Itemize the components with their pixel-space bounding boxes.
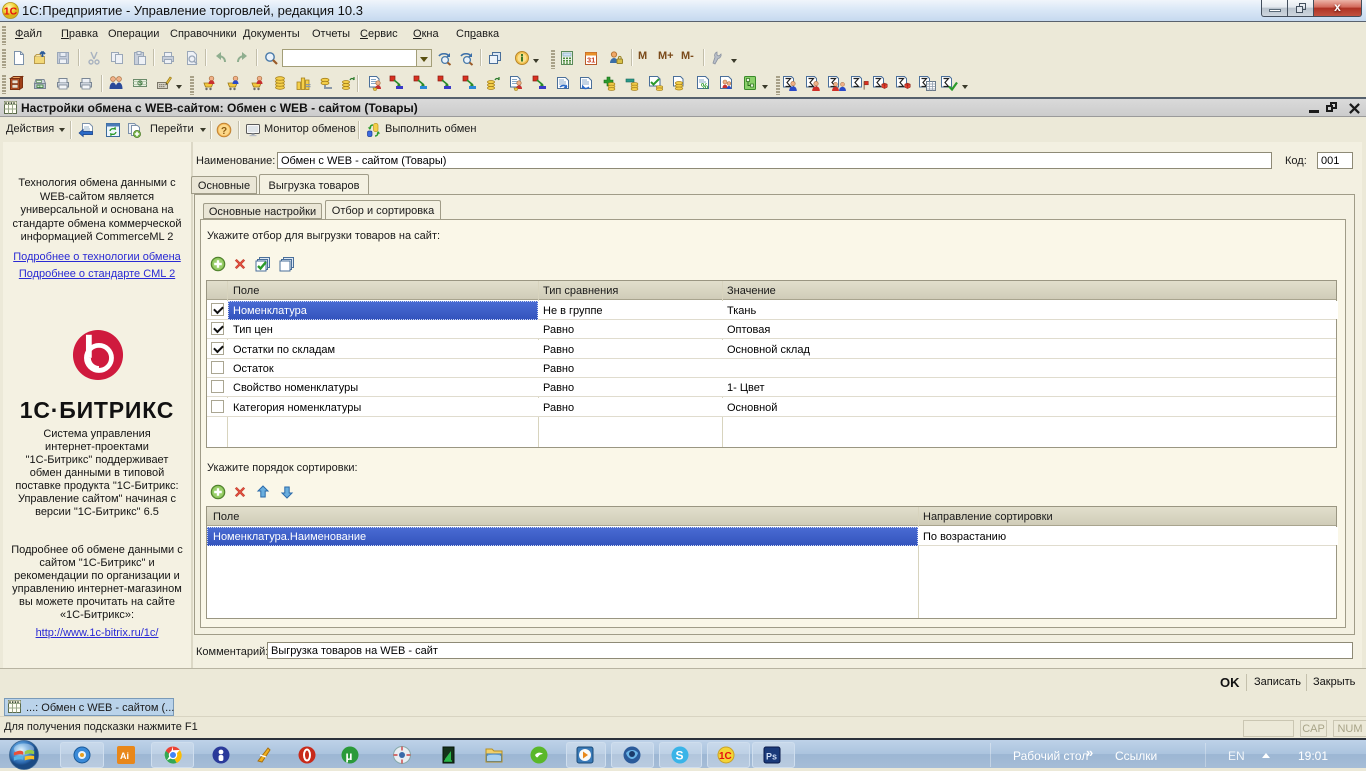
svg-text:Ai: Ai [120,751,129,761]
svg-text:µ: µ [346,749,353,763]
svg-text:1C: 1C [719,751,732,762]
svg-text:S: S [676,749,684,763]
svg-text:1C: 1C [4,6,18,18]
svg-text:Ps: Ps [766,752,777,762]
